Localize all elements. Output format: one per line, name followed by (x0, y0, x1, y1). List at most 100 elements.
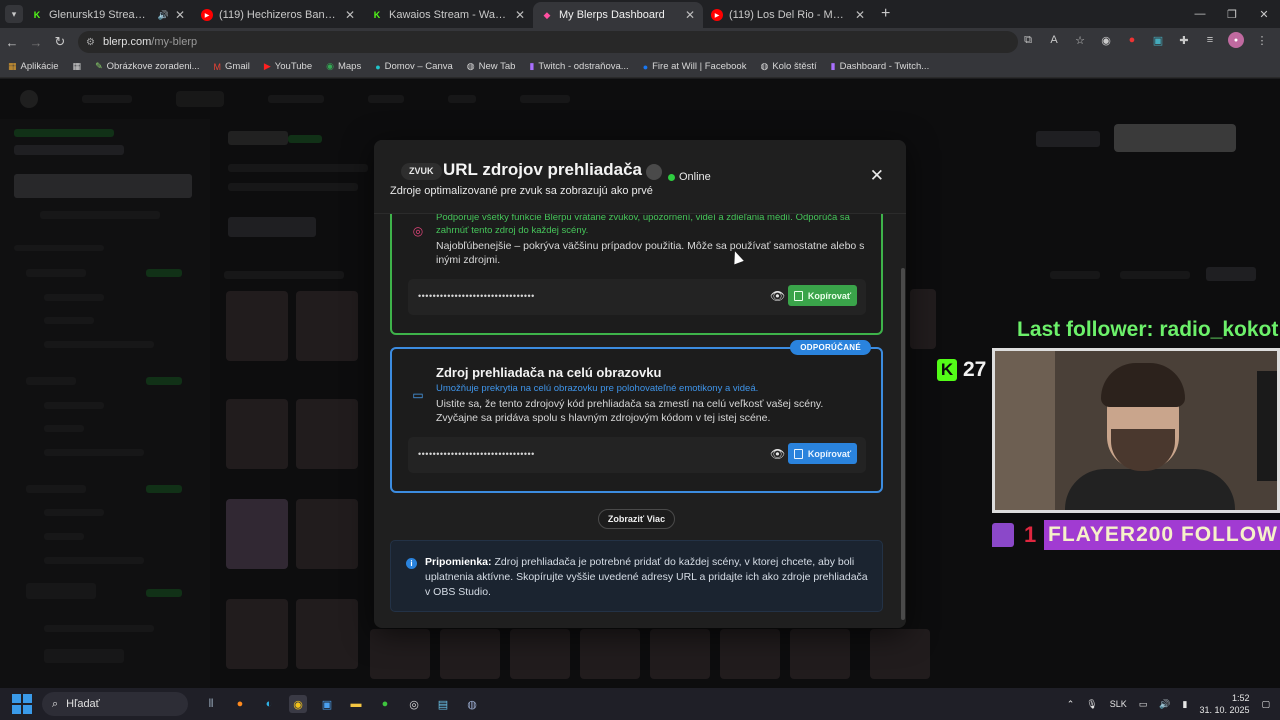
browser-tab[interactable]: ▶ (119) Hechizeros Band - El Son ✕ (193, 2, 363, 28)
notifications-icon[interactable]: ▢ (1261, 699, 1270, 710)
webcam-feed (992, 348, 1280, 513)
address-toolbar: ← → ↻ ⚙ blerp.com/my-blerp ⧉ A ☆ ◉ ● ▣ ✚… (0, 28, 1280, 56)
edge-icon[interactable]: ◐ (260, 695, 278, 713)
bookmark-item[interactable]: ▶ YouTube (264, 61, 312, 72)
close-tab-icon[interactable]: ✕ (345, 8, 355, 22)
canva-icon: ● (375, 61, 381, 72)
notepad-icon[interactable]: ▤ (434, 695, 452, 713)
show-url-eye-icon[interactable]: 👁 (770, 289, 785, 303)
extensions-area: ⧉ A ☆ ◉ ● ▣ ✚ ≡ ● ⋮ (1020, 32, 1270, 48)
source-url-field[interactable]: •••••••••••••••••••••••••••••••• 👁 Kopír… (408, 437, 866, 473)
close-tab-icon[interactable]: ✕ (175, 8, 185, 22)
close-tab-icon[interactable]: ✕ (685, 8, 695, 22)
back-icon[interactable]: ← (0, 35, 24, 50)
bookmark-item[interactable]: ✎ Obrázkove zoradeni... (95, 61, 199, 72)
recommended-badge: ODPORÚČANÉ (790, 340, 871, 355)
browser-tab[interactable]: K Kawaios Stream - Watch Live o ✕ (363, 2, 533, 28)
file-explorer-icon[interactable]: ▬ (347, 695, 365, 713)
puzzle-icon[interactable]: ✚ (1176, 32, 1192, 48)
firefox-icon[interactable]: ● (231, 695, 249, 713)
install-app-icon[interactable]: ⧉ (1020, 32, 1036, 48)
kebab-menu-icon[interactable]: ⋮ (1254, 32, 1270, 48)
obs-icon[interactable]: ◎ (405, 695, 423, 713)
extension-icon[interactable]: ◉ (1098, 32, 1114, 48)
tray-expand-icon[interactable]: ⌃ (1067, 699, 1075, 710)
kick-viewer-counter: K 27 (937, 358, 986, 382)
copy-url-button[interactable]: Kopírovať (788, 443, 857, 464)
media-queue-icon[interactable]: ≡ (1202, 32, 1218, 48)
tab-title: (119) Hechizeros Band - El Son (219, 9, 339, 21)
bookmark-item[interactable]: ▮ Dashboard - Twitch... (831, 61, 930, 72)
network-icon[interactable]: ▭ (1139, 699, 1148, 710)
bookmark-item[interactable]: ▦ (73, 61, 82, 72)
extension-red-icon[interactable]: ● (1124, 32, 1140, 48)
bookmark-item[interactable]: M Gmail (214, 61, 250, 72)
reminder-note: i Pripomienka: Zdroj prehliadača je potr… (390, 540, 883, 612)
browser-tab[interactable]: ▶ (119) Los Del Rio - Macarena ( ✕ (703, 2, 873, 28)
card-feature-text: Podporuje všetky funkcie Blerpu vrátane … (436, 214, 850, 236)
restore-icon[interactable]: ❐ (1216, 0, 1248, 28)
online-label: Online (679, 171, 711, 183)
clock[interactable]: 1:52 31. 10. 2025 (1199, 692, 1249, 716)
show-url-eye-icon[interactable]: 👁 (770, 447, 785, 461)
minimize-icon[interactable]: — (1184, 0, 1216, 28)
steam-icon[interactable]: ◍ (463, 695, 481, 713)
bookmark-item[interactable]: ▦ Aplikácie (8, 61, 59, 72)
battery-icon[interactable]: ▮ (1182, 699, 1187, 710)
maps-icon: ◉ (326, 61, 334, 71)
chrome-icon[interactable]: ◉ (289, 695, 307, 713)
reminder-label: Pripomienka: (425, 556, 492, 568)
status-toggle[interactable] (646, 164, 662, 180)
reload-icon[interactable]: ↻ (48, 34, 72, 50)
new-tab-button[interactable]: + (881, 5, 890, 23)
bookmark-item[interactable]: ▮ Twitch - odstraňova... (529, 61, 628, 72)
bookmark-item[interactable]: ● Fire at Will | Facebook (643, 61, 747, 72)
grid-icon: ▦ (72, 61, 82, 71)
language-indicator[interactable]: SLK (1110, 699, 1127, 709)
browser-tab[interactable]: K Glenursk19 Stream - Watch 🔊 ✕ (23, 2, 193, 28)
search-icon: ⌕ (52, 697, 59, 710)
profile-avatar[interactable]: ● (1228, 32, 1244, 48)
reminder-text: Pripomienka: Zdroj prehliadača je potreb… (425, 555, 871, 600)
bookmark-item[interactable]: ◍ New Tab (467, 61, 516, 72)
webcam-microphone (1257, 371, 1277, 481)
apps-icon: ▦ (8, 61, 17, 71)
site-info-icon[interactable]: ⚙ (86, 37, 95, 48)
bookmark-item[interactable]: ◍ Kolo štěstí (760, 61, 816, 72)
fullscreen-browser-source-card: ODPORÚČANÉ ▭ Zdroj prehliadača na celú o… (390, 340, 883, 493)
modal-scrollbar-thumb[interactable] (901, 268, 905, 620)
twitch-icon: ▮ (830, 61, 836, 71)
url-bar[interactable]: ⚙ blerp.com/my-blerp (78, 31, 1018, 53)
close-tab-icon[interactable]: ✕ (855, 8, 865, 22)
youtube-icon: ▶ (263, 61, 271, 71)
webcam-lamp (995, 351, 1055, 510)
xbox-icon[interactable]: ● (376, 695, 394, 713)
tab-title: Glenursk19 Stream - Watch (49, 9, 154, 21)
show-more-button[interactable]: Zobraziť Viac (598, 509, 675, 529)
tab-search-button[interactable]: ▾ (5, 5, 23, 23)
twitch-logo-icon (992, 523, 1014, 547)
volume-icon[interactable]: 🔊 (1159, 699, 1170, 710)
widgets-icon[interactable]: ⦀ (202, 695, 220, 713)
close-tab-icon[interactable]: ✕ (515, 8, 525, 22)
webcam-person-shirt (1065, 469, 1235, 510)
bookmark-item[interactable]: ◉ Maps (326, 61, 361, 72)
bookmark-star-icon[interactable]: ☆ (1072, 32, 1088, 48)
close-modal-icon[interactable]: ✕ (870, 167, 884, 184)
microphone-icon[interactable]: 🎙 (1086, 699, 1097, 710)
copy-url-button[interactable]: Kopírovať (788, 285, 857, 306)
forward-icon[interactable]: → (24, 35, 48, 50)
source-url-field[interactable]: •••••••••••••••••••••••••••••••• 👁 Kopír… (408, 279, 866, 315)
windows-start-icon[interactable] (12, 694, 32, 714)
browser-tab-active[interactable]: ◆ My Blerps Dashboard ✕ (533, 2, 703, 28)
extension-blue-icon[interactable]: ▣ (1150, 32, 1166, 48)
store-icon[interactable]: ▣ (318, 695, 336, 713)
monitor-icon: ▭ (412, 388, 424, 402)
speaker-icon[interactable]: 🔊 (158, 10, 169, 21)
modal-scroll-body[interactable]: ◎ Podporuje všetky funkcie Blerpu vrátan… (374, 214, 900, 628)
close-window-icon[interactable]: ✕ (1248, 0, 1280, 28)
translate-icon[interactable]: A (1046, 32, 1062, 48)
bookmark-label: Gmail (225, 61, 250, 72)
bookmark-item[interactable]: ● Domov – Canva (375, 61, 453, 72)
taskbar-search[interactable]: ⌕ Hľadať (42, 692, 188, 716)
